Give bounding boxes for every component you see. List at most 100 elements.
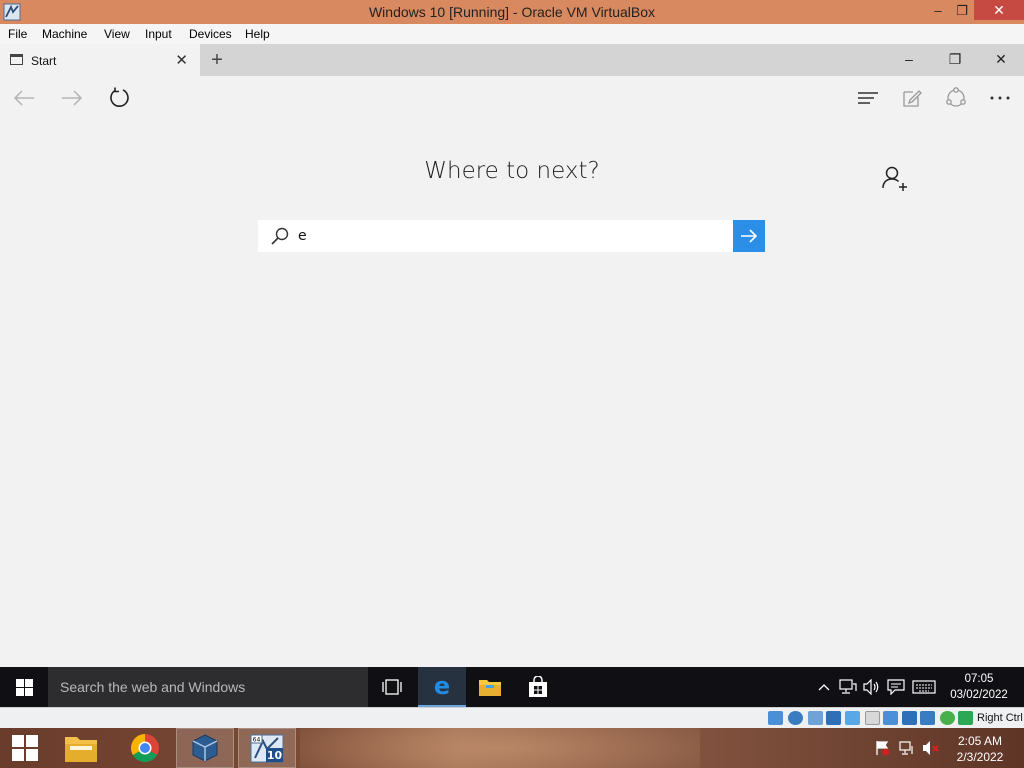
page-title: Where to next? [424, 158, 600, 184]
host-file-explorer[interactable] [56, 728, 106, 768]
optical-drive-icon[interactable] [788, 711, 803, 725]
more-icon [990, 96, 1010, 100]
host-taskbar: 64 10 2:05 AM 2/3/2022 [0, 728, 1024, 768]
audio-icon[interactable] [808, 711, 823, 725]
virtualbox-cube-icon [192, 734, 218, 762]
tab-label: Start [31, 54, 57, 68]
keyboard-icon [912, 680, 936, 694]
hub-button[interactable] [854, 84, 882, 112]
hub-icon [858, 92, 878, 104]
vm-version-badge: 10 [267, 749, 283, 762]
more-button[interactable] [986, 84, 1014, 112]
host-clock-time: 2:05 AM [957, 734, 1003, 748]
taskbar-file-explorer[interactable] [466, 667, 514, 707]
edge-icon: e [434, 674, 450, 698]
tray-volume[interactable] [863, 678, 881, 696]
folder-icon [479, 680, 501, 696]
edge-nav-bar [0, 76, 1024, 120]
tray-overflow-button[interactable] [815, 678, 833, 696]
message-icon [887, 679, 905, 695]
taskbar-search-placeholder: Search the web and Windows [60, 679, 246, 695]
display-icon[interactable] [883, 711, 898, 725]
back-icon [13, 90, 34, 106]
tab-close-icon[interactable]: ✕ [175, 51, 188, 69]
chevron-up-icon [818, 684, 830, 691]
host-key-label: Right Ctrl [977, 712, 1023, 724]
window-title: Windows 10 [Running] - Oracle VM Virtual… [368, 4, 656, 20]
taskbar-search-box[interactable]: Search the web and Windows [48, 667, 368, 707]
host-chrome[interactable] [120, 728, 170, 768]
folder-icon [65, 737, 97, 762]
volume-muted-icon [923, 741, 939, 755]
chrome-icon [131, 734, 159, 762]
volume-icon [863, 679, 879, 695]
edge-close-button[interactable]: ✕ [989, 51, 1013, 68]
virtualbox-title-bar: Windows 10 [Running] - Oracle VM Virtual… [0, 0, 1024, 24]
search-go-button[interactable] [733, 220, 765, 252]
search-input[interactable] [298, 220, 718, 252]
shared-folders-icon[interactable] [865, 711, 880, 725]
menu-file[interactable]: File [8, 27, 27, 41]
menu-help[interactable]: Help [245, 27, 270, 41]
store-icon [529, 676, 547, 697]
vm-bits-badge: 64 [253, 737, 261, 744]
close-button[interactable]: ✕ [974, 0, 1024, 20]
task-view-icon [382, 679, 402, 695]
search-icon [271, 227, 289, 245]
share-button[interactable] [942, 84, 970, 112]
host-start-button[interactable] [0, 728, 50, 768]
forward-button[interactable] [58, 84, 86, 112]
host-clock[interactable]: 2:05 AM 2/3/2022 [946, 733, 1014, 765]
virtualbox-status-bar: Right Ctrl [0, 707, 1024, 728]
edge-tab-strip: Start ✕ + – ❐ ✕ [0, 44, 1024, 76]
video-capture-icon[interactable] [902, 711, 917, 725]
refresh-icon [110, 87, 129, 108]
start-button[interactable] [0, 667, 48, 707]
host-tray-volume[interactable] [921, 728, 941, 768]
host-tray-flag[interactable] [872, 728, 892, 768]
tab-page-icon [10, 54, 23, 65]
taskbar-edge[interactable]: e [418, 667, 466, 707]
menu-input[interactable]: Input [145, 27, 172, 41]
host-tray-network[interactable] [897, 728, 917, 768]
hard-disk-icon[interactable] [768, 711, 783, 725]
refresh-button[interactable] [106, 84, 134, 112]
search-box[interactable] [258, 220, 733, 252]
windows-logo-icon [12, 735, 38, 761]
host-vm-window[interactable]: 64 10 [238, 728, 296, 768]
network-adapter-icon[interactable] [826, 711, 841, 725]
virtualization-icon[interactable] [920, 711, 935, 725]
tray-keyboard[interactable] [911, 678, 937, 696]
host-key-indicator-icon[interactable] [958, 711, 973, 725]
guest-taskbar: Search the web and Windows e 07:05 03/02… [0, 667, 1024, 707]
network-icon [839, 679, 857, 694]
edge-minimize-button[interactable]: – [897, 51, 921, 67]
svg-text:e: e [434, 674, 450, 698]
guest-clock-time: 07:05 [964, 673, 994, 685]
share-icon [946, 87, 966, 107]
virtualbox-menu-bar: File Machine View Input Devices Help [0, 24, 1024, 44]
wallpaper-glow [300, 728, 700, 768]
usb-icon[interactable] [845, 711, 860, 725]
add-user-icon[interactable] [880, 164, 910, 194]
tray-action-center[interactable] [887, 678, 905, 696]
host-clock-date: 2/3/2022 [956, 750, 1004, 764]
menu-machine[interactable]: Machine [42, 27, 87, 41]
task-view-button[interactable] [368, 667, 416, 707]
web-note-button[interactable] [898, 84, 926, 112]
menu-devices[interactable]: Devices [189, 27, 232, 41]
taskbar-store[interactable] [514, 667, 562, 707]
tab-start[interactable]: Start ✕ [0, 44, 200, 76]
restore-button[interactable]: ❐ [947, 0, 977, 24]
host-virtualbox-manager[interactable] [176, 728, 234, 768]
tray-network[interactable] [839, 678, 857, 696]
new-tab-button[interactable]: + [205, 49, 229, 72]
menu-view[interactable]: View [104, 27, 130, 41]
guest-clock-date: 03/02/2022 [950, 689, 1008, 701]
back-button[interactable] [10, 84, 38, 112]
web-note-icon [903, 90, 922, 107]
edge-restore-button[interactable]: ❐ [943, 51, 967, 68]
action-center-flag-icon [876, 741, 890, 756]
guest-clock[interactable]: 07:05 03/02/2022 [944, 671, 1014, 703]
mouse-integration-icon[interactable] [940, 711, 955, 725]
